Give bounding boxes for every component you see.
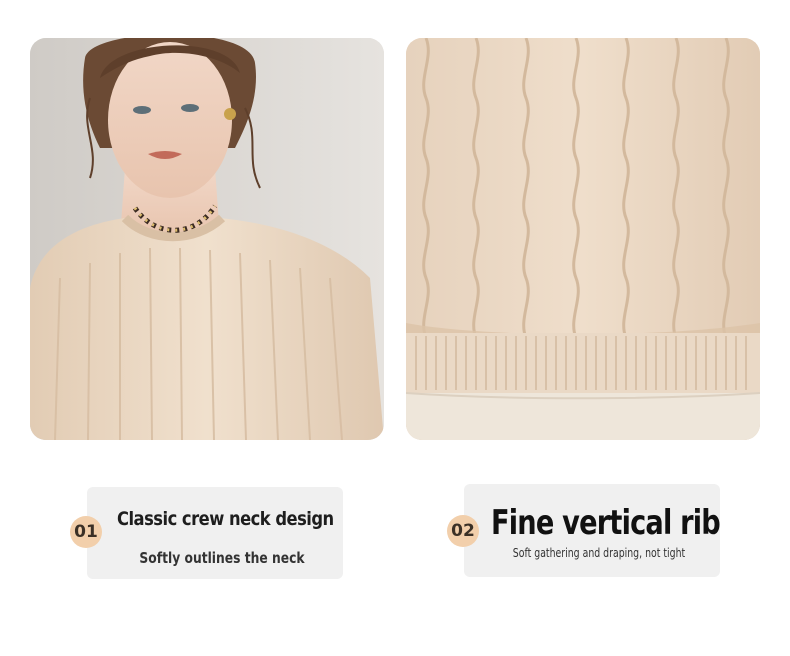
feature-title-2: Fine vertical rib	[491, 503, 721, 543]
feature-subtitle-1: Softly outlines the neck	[139, 549, 305, 567]
feature-number-badge-1: 01	[70, 516, 102, 548]
feature-number-badge-2: 02	[447, 515, 479, 547]
model-photo-illustration	[30, 38, 384, 440]
feature-title-1: Classic crew neck design	[117, 508, 334, 530]
rib-photo-illustration	[406, 38, 760, 440]
rib-hem-closeup-photo	[406, 38, 760, 440]
crew-neck-model-photo	[30, 38, 384, 440]
product-detail-page: 01 Classic crew neck design Softly outli…	[0, 0, 790, 656]
feature-subtitle-2: Soft gathering and draping, not tight	[512, 546, 686, 560]
